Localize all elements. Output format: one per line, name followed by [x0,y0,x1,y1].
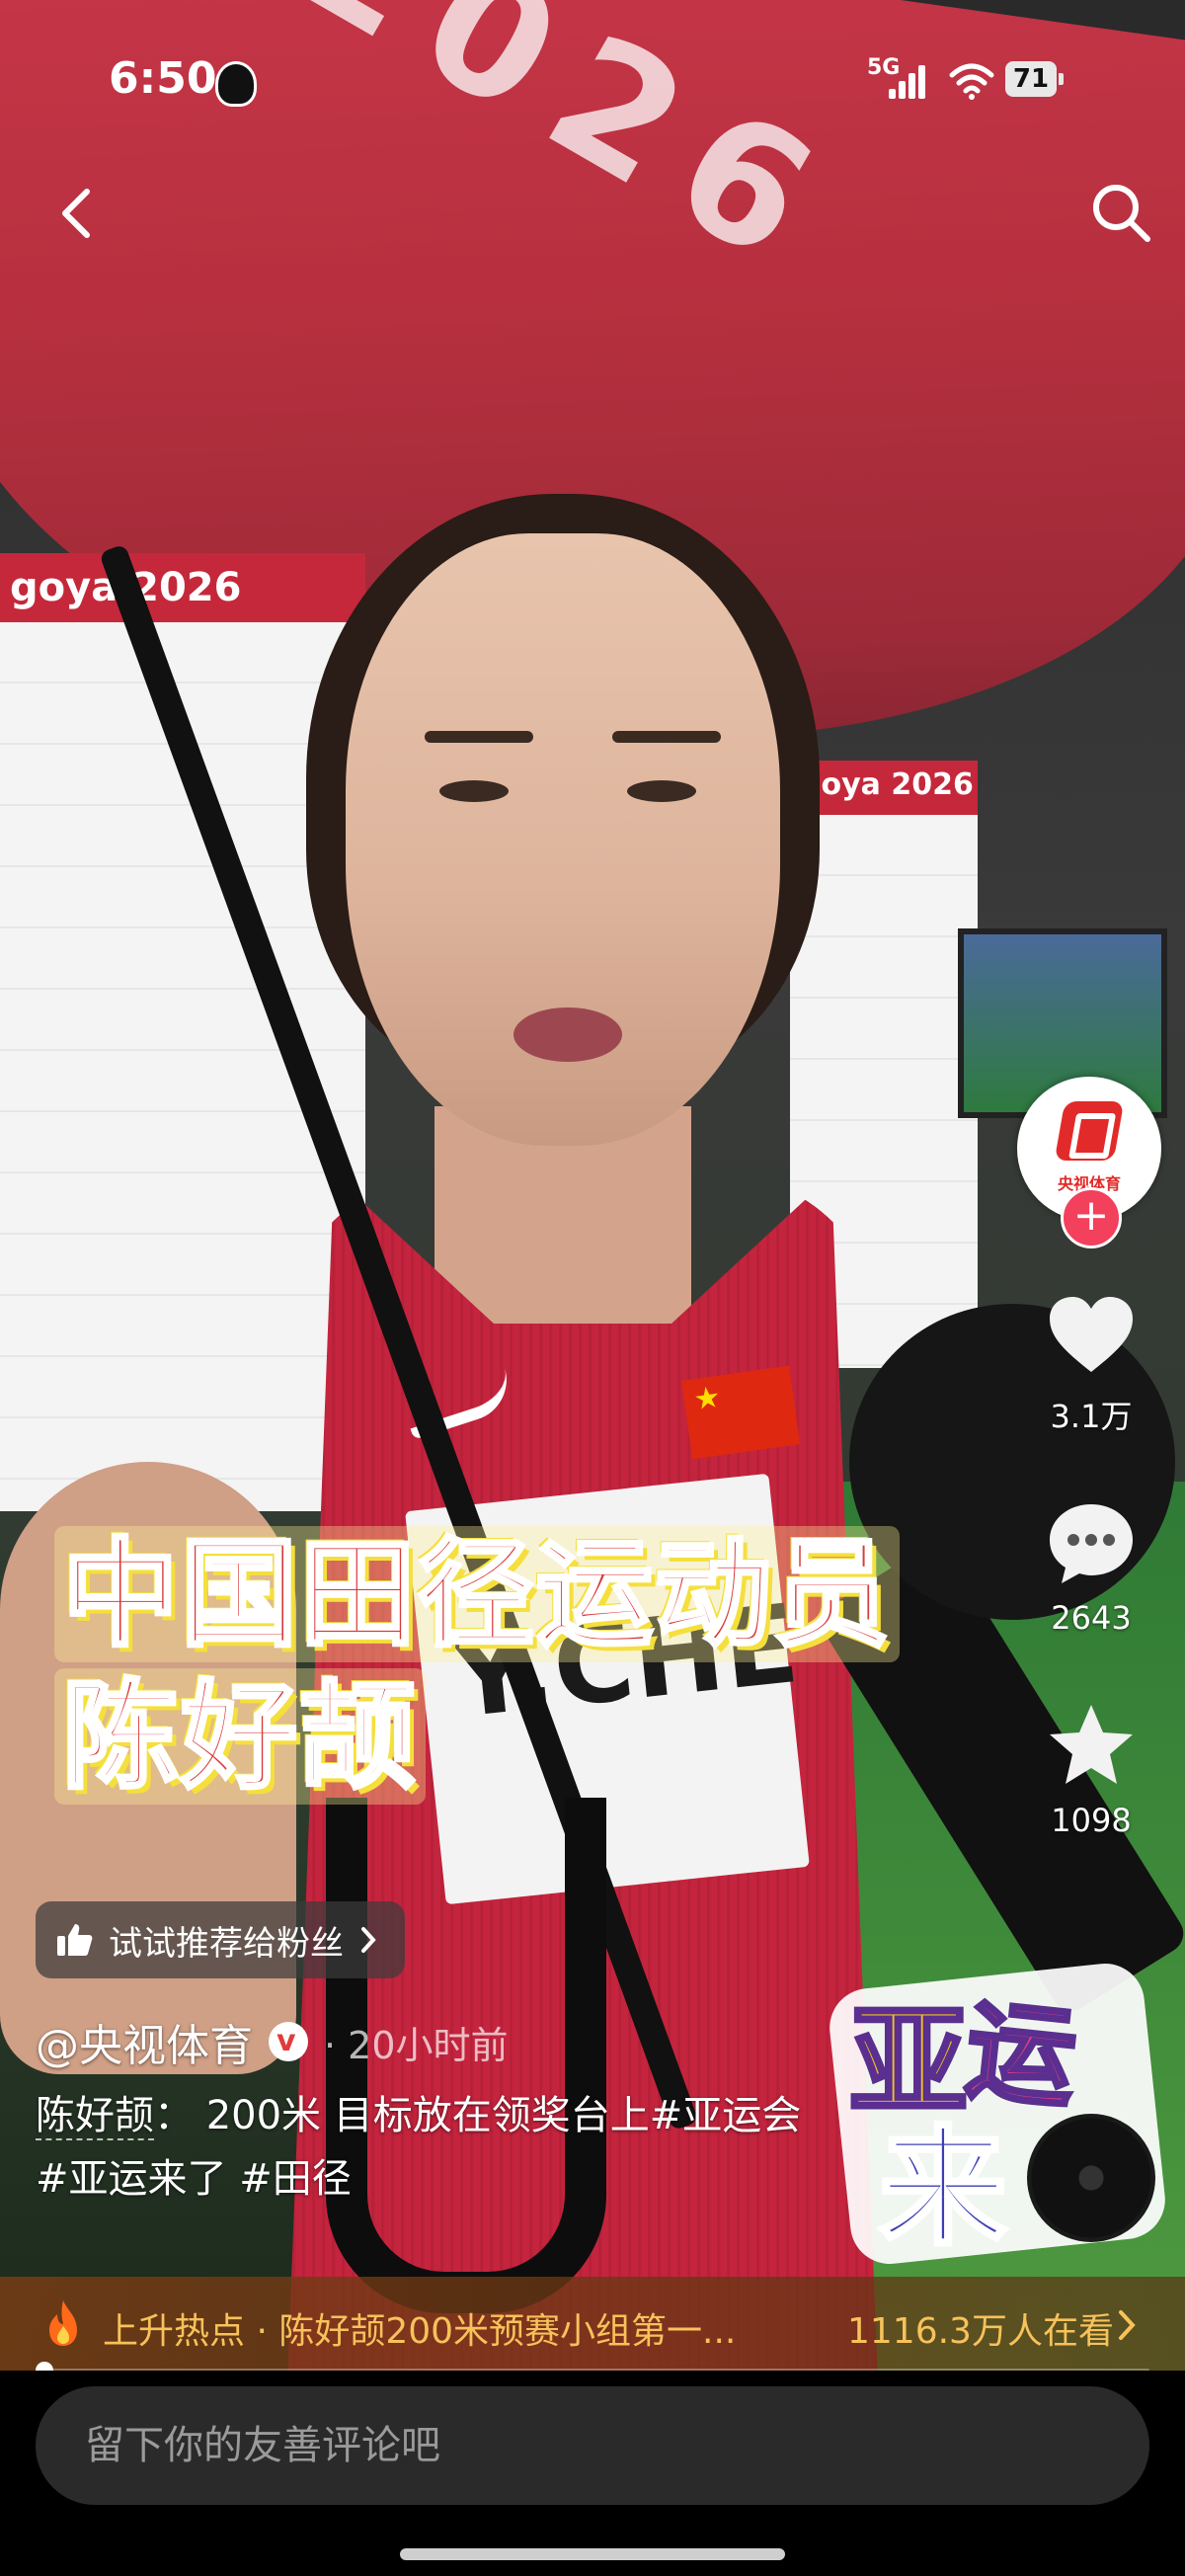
author-name[interactable]: @央视体育 [36,2010,253,2073]
recommend-label: 试试推荐给粉丝 [109,1923,344,1964]
description-name-link[interactable]: 陈好颉 [36,2093,154,2140]
follow-button[interactable]: + [1061,1187,1122,1248]
comment-input[interactable] [36,2386,1149,2505]
search-icon[interactable] [1086,178,1155,247]
comment-bubble-icon [1050,1504,1133,1583]
status-bar: 6:50 5G 71 [0,0,1185,158]
qq-penguin-icon [215,61,257,107]
verified-badge-icon [269,2022,308,2061]
status-time: 6:50 [109,53,217,104]
china-flag-icon [680,1365,801,1460]
like-button[interactable]: 3.1万 [1027,1289,1155,1437]
caption-line-2: 陈好颉 [54,1666,427,1807]
home-indicator[interactable] [400,2548,785,2560]
comment-bar [0,2371,1185,2576]
thumbs-up-icon [57,1924,93,1956]
star-icon [1050,1705,1133,1784]
back-icon[interactable] [47,178,107,247]
author-avatar[interactable]: 央视体育 + [1017,1077,1161,1248]
favorite-button[interactable]: 1098 [1027,1699,1155,1839]
athlete-brow [425,731,533,743]
video-caption: 中国田径运动员 陈好颉 [54,1524,901,1811]
athlete-eye [627,780,696,802]
author-row: @央视体育 · 20小时前 [36,2010,509,2073]
signal-icon [889,63,930,99]
hashtag-line[interactable]: #亚运来了 #田径 [36,2156,352,2202]
post-time: · 20小时前 [324,2023,509,2067]
athlete-brow [612,731,721,743]
comment-button[interactable]: 2643 [1027,1496,1155,1637]
chevron-right-icon [1119,2310,1136,2340]
heart-icon [1050,1297,1133,1372]
description-text: ： 200米 目标放在领奖台上#亚运会 [154,2093,802,2138]
fire-icon [49,2300,77,2346]
like-count: 3.1万 [1050,1398,1133,1435]
comment-count: 2643 [1051,1599,1132,1637]
athlete-mouth [514,1007,622,1062]
athlete-face [346,533,780,1146]
viewer-count: 1116.3万人在看 [847,2311,1114,2352]
favorite-count: 1098 [1051,1802,1132,1839]
hot-topic-text: 上升热点 · 陈好颉200米预赛小组第一... [103,2311,737,2352]
wifi-icon [949,63,994,100]
hot-topic-bar[interactable]: 上升热点 · 陈好颉200米预赛小组第一... 1116.3万人在看 [0,2277,1185,2371]
cctv-sports-logo-icon [1054,1101,1125,1161]
battery-indicator: 71 [1005,61,1064,97]
chevron-right-icon [361,1927,376,1953]
caption-line-1: 中国田径运动员 [54,1524,901,1664]
music-disc-icon[interactable] [1027,2114,1155,2242]
post-description: 陈好颉： 200米 目标放在领奖台上#亚运会 #亚运来了 #田径 [36,2084,924,2211]
recommend-to-fans-button[interactable]: 试试推荐给粉丝 [36,1901,405,1978]
athlete-eye [439,780,509,802]
